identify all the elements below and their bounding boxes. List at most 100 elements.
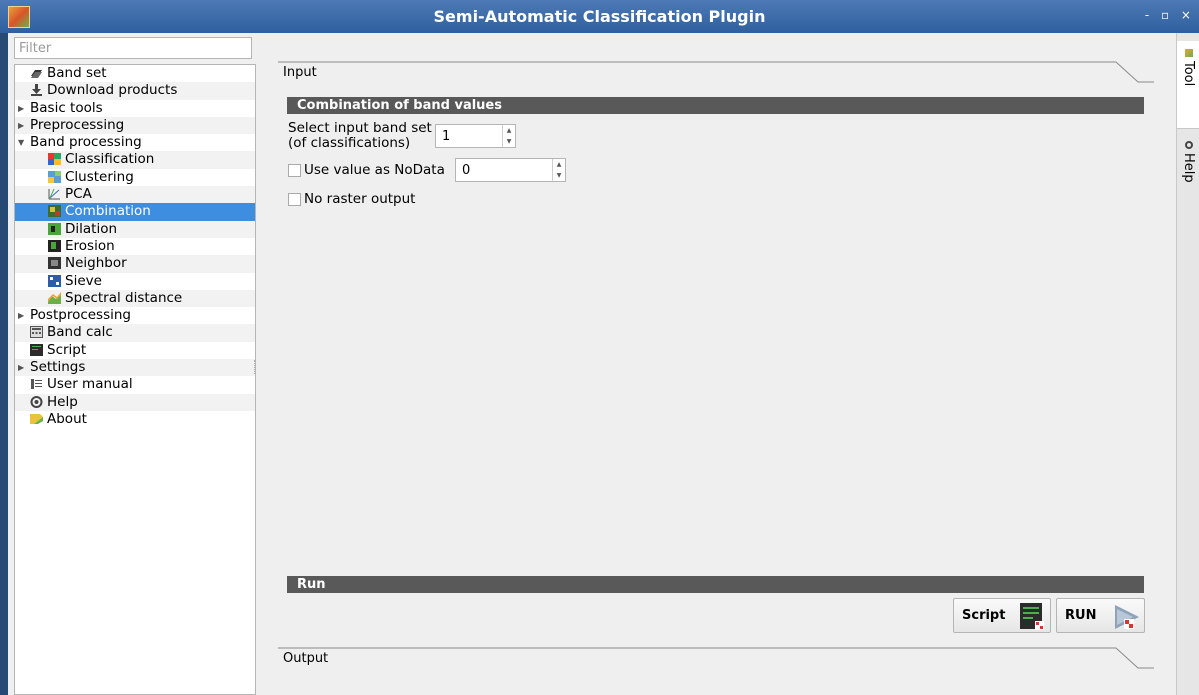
user-manual-icon: [31, 379, 42, 390]
nodata-spinbox[interactable]: ▲▼: [455, 158, 566, 182]
nodata-input[interactable]: [456, 159, 565, 181]
tree-item-neighbor[interactable]: Neighbor: [15, 255, 255, 273]
tree-item-label: About: [47, 410, 87, 427]
combination-header: Combination of band values: [287, 97, 1144, 114]
sieve-icon: [48, 274, 61, 287]
script-button-label: Script: [962, 608, 1006, 623]
help-tab-icon: [1184, 141, 1193, 149]
tree-item-postprocessing[interactable]: ▶ Postprocessing: [15, 307, 255, 324]
tree-item-combination[interactable]: Combination: [15, 203, 255, 221]
tree-item-label: Dilation: [65, 220, 118, 237]
collapsed-arrow-icon[interactable]: ▶: [18, 307, 24, 324]
expanded-arrow-icon[interactable]: ▼: [18, 134, 24, 151]
nodata-stepper[interactable]: ▲ ▼: [552, 159, 565, 181]
tree-item-label: Help: [47, 393, 78, 410]
tree-item-band-calc[interactable]: Band calc: [15, 324, 255, 342]
script-icon: [30, 343, 43, 356]
tab-help-label: Help: [1181, 153, 1196, 183]
tree-item-label: PCA: [65, 186, 92, 203]
step-up-icon[interactable]: ▲: [503, 125, 515, 136]
help-icon: [30, 395, 43, 408]
dilation-icon: [48, 222, 61, 235]
band-calc-icon: [30, 326, 43, 339]
combination-icon: [48, 205, 61, 218]
tree-item-spectral-distance[interactable]: Spectral distance: [15, 289, 255, 308]
window-border: [0, 33, 8, 695]
tree-item-basic-tools[interactable]: ▶ Basic tools: [15, 100, 255, 117]
script-button[interactable]: Script: [953, 598, 1051, 633]
tree-item-label: Script: [47, 341, 87, 358]
nodata-checkbox[interactable]: [288, 164, 301, 177]
band-set-icon: [31, 70, 42, 78]
tree-item-label: Combination: [65, 203, 151, 220]
tree-item-label: Neighbor: [65, 255, 127, 272]
window-title: Semi-Automatic Classification Plugin: [433, 7, 766, 26]
step-up-icon[interactable]: ▲: [553, 159, 565, 170]
spectral-distance-icon: [48, 291, 61, 304]
collapsed-arrow-icon[interactable]: ▶: [18, 100, 24, 117]
tree-item-settings[interactable]: ▶ Settings: [15, 359, 255, 377]
tree-item-label: Clustering: [65, 168, 134, 185]
tab-help[interactable]: Help: [1177, 133, 1199, 217]
tree-item-band-set[interactable]: Band set: [15, 65, 255, 82]
step-down-icon[interactable]: ▼: [503, 136, 515, 147]
tree-item-band-processing[interactable]: ▼ Band processing: [15, 134, 255, 151]
run-header: Run: [287, 576, 1144, 593]
tool-tab-icon: [1184, 49, 1193, 57]
tab-tool-label: Tool: [1181, 61, 1196, 87]
classification-icon: [48, 153, 61, 166]
clustering-icon: [48, 170, 61, 183]
sidebar: Band set Download products ▶Basic tools …: [8, 33, 258, 695]
run-button-label: RUN: [1065, 608, 1097, 623]
band-set-spinbox[interactable]: ▲▼: [435, 124, 516, 148]
tree-item-label: Classification: [65, 151, 155, 168]
tree-item-about[interactable]: About: [15, 411, 255, 428]
tree-item-preprocessing[interactable]: ▶ Preprocessing: [15, 116, 255, 135]
no-raster-checkbox[interactable]: [288, 193, 301, 206]
step-down-icon[interactable]: ▼: [553, 170, 565, 181]
tree-item-script[interactable]: Script: [15, 342, 255, 359]
window-controls[interactable]: - ▫ ×: [1145, 8, 1195, 22]
neighbor-icon: [48, 257, 61, 270]
tree-item-label: User manual: [47, 376, 133, 393]
window-titlebar: Semi-Automatic Classification Plugin - ▫…: [0, 0, 1199, 33]
run-icon: [1115, 605, 1139, 629]
band-set-label-line2: (of classifications): [288, 135, 411, 151]
filter-input[interactable]: [14, 37, 252, 59]
tree-item-label: Band calc: [47, 324, 113, 341]
panel-splitter[interactable]: [254, 360, 257, 374]
tree-item-label: Postprocessing: [30, 307, 131, 324]
tree-item-label: Sieve: [65, 272, 102, 289]
run-button[interactable]: RUN: [1056, 598, 1145, 633]
output-section-divider: [278, 647, 1154, 669]
tree-item-help[interactable]: Help: [15, 393, 255, 411]
tree-item-label: Erosion: [65, 237, 115, 254]
tree-item-sieve[interactable]: Sieve: [15, 273, 255, 290]
about-icon: [30, 413, 43, 424]
right-tab-bar: Tool Help: [1176, 33, 1199, 695]
tree-item-clustering[interactable]: Clustering: [15, 169, 255, 186]
tree-item-classification[interactable]: Classification: [15, 151, 255, 169]
band-set-label: Select input band set (of classification…: [288, 121, 432, 151]
script-icon: [1020, 603, 1044, 630]
collapsed-arrow-icon[interactable]: ▶: [18, 359, 24, 376]
tab-tool[interactable]: Tool: [1177, 41, 1199, 129]
tree-item-user-manual[interactable]: User manual: [15, 376, 255, 393]
band-set-label-line1: Select input band set: [288, 120, 432, 136]
band-set-stepper[interactable]: ▲ ▼: [502, 125, 515, 147]
tree-item-label: Basic tools: [30, 99, 103, 116]
pca-icon: [48, 188, 60, 200]
download-icon: [31, 84, 42, 97]
tree-item-label: Band processing: [30, 134, 142, 151]
nodata-label: Use value as NoData: [304, 162, 445, 178]
tree-item-label: Spectral distance: [65, 289, 183, 306]
tree-item-download-products[interactable]: Download products: [15, 82, 255, 100]
tree-item-label: Settings: [30, 359, 86, 376]
tree-item-label: Preprocessing: [30, 116, 125, 133]
no-raster-label: No raster output: [304, 191, 416, 207]
tree-item-erosion[interactable]: Erosion: [15, 238, 255, 255]
tree-item-dilation[interactable]: Dilation: [15, 220, 255, 238]
erosion-icon: [48, 239, 61, 252]
collapsed-arrow-icon[interactable]: ▶: [18, 117, 24, 134]
tree-item-pca[interactable]: PCA: [15, 186, 255, 204]
